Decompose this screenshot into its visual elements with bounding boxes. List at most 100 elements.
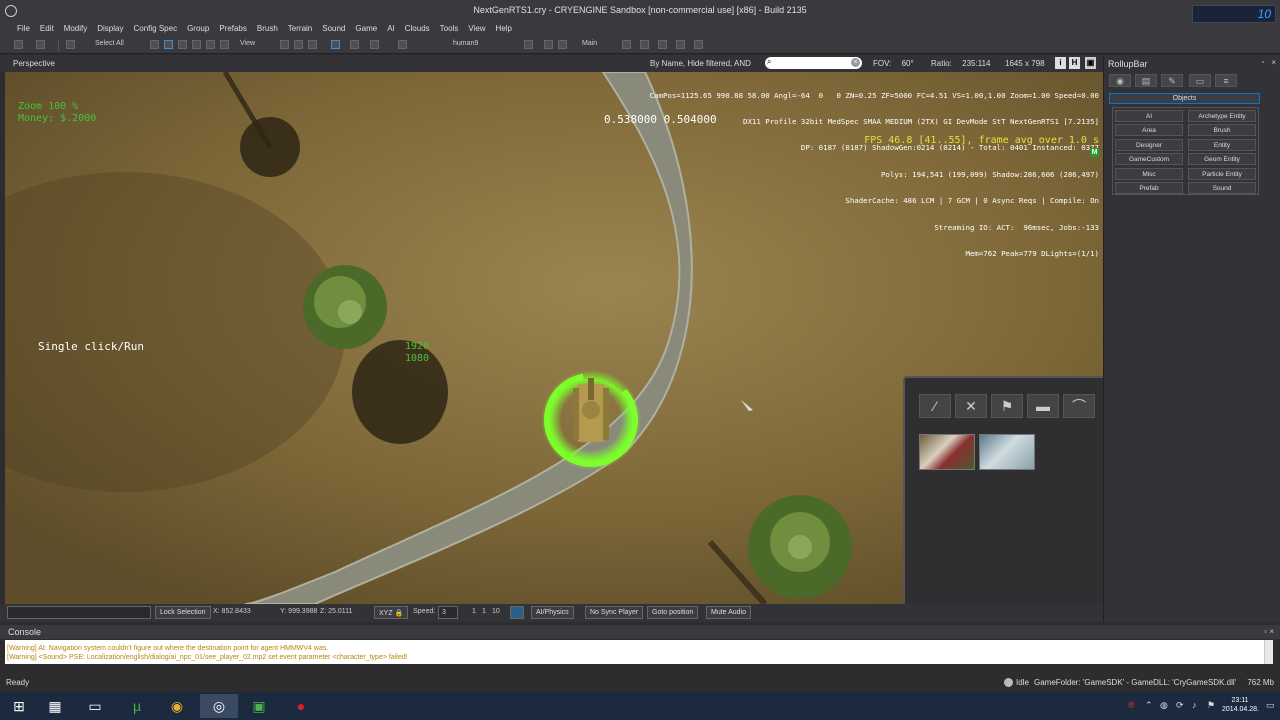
object-type-brush-button[interactable]: Brush [1188,124,1256,136]
perspective-viewport[interactable]: Zoom 100 % Money: $.2000 0.538000 0.5040… [5,72,1103,604]
move-icon[interactable] [164,40,173,49]
helpers-button[interactable]: H [1069,57,1080,69]
build-tool-tools-icon[interactable]: ✕ [955,394,987,418]
no-sync-player-button[interactable]: No Sync Player [585,606,644,619]
xyz-toggle-button[interactable]: XYZ 🔒 [374,606,409,619]
axis-y-icon[interactable] [294,40,303,49]
menu-sound[interactable]: Sound [317,22,350,36]
object-type-gamecustom-button[interactable]: GameCustom [1115,153,1183,165]
object-type-sound-button[interactable]: Sound [1188,182,1256,194]
scale-icon[interactable] [192,40,201,49]
menu-ai[interactable]: AI [382,22,400,36]
speed-option[interactable]: 1 [482,608,486,615]
grid-icon[interactable] [331,40,340,49]
main-dropdown[interactable]: Main [582,40,597,47]
pin-icon[interactable]: ▫ [1262,59,1264,66]
menu-game[interactable]: Game [350,22,382,36]
search-filter-label[interactable]: By Name, Hide filtered, AND [650,59,751,68]
build-tool-vehicle-icon[interactable]: ⌒ [1063,394,1095,418]
tab-terrain-icon[interactable]: ▤ [1135,74,1157,87]
menu-config-spec[interactable]: Config Spec [128,22,182,36]
select-icon[interactable] [150,40,159,49]
maximize-viewport-icon[interactable]: ▣ [1085,57,1096,69]
tray-up-icon[interactable]: ⌃ [1145,700,1153,711]
object-type-area-button[interactable]: Area [1115,124,1183,136]
tray-network-icon[interactable]: ◍ [1160,700,1168,711]
notifications-icon[interactable]: ▭ [1266,700,1275,711]
console-output[interactable]: [Warning] AI: Navigation system couldn't… [5,640,1273,664]
camera-icon[interactable] [658,40,667,49]
unit-thumbnail-building[interactable] [919,434,975,470]
link-icon[interactable] [66,40,75,49]
ratio-readout[interactable]: Ratio: 235:114 [931,59,990,68]
object-search-input[interactable]: ⌕ × [765,57,862,69]
tray-sync-icon[interactable]: ⟳ [1176,700,1184,711]
tab-layers-icon[interactable]: ≡ [1215,74,1237,87]
editor-taskbar-icon[interactable]: ▣ [240,694,278,718]
menu-help[interactable]: Help [491,22,517,36]
clear-search-icon[interactable]: × [851,58,860,67]
performance-widget[interactable]: 10 [1192,5,1276,23]
save-icon[interactable] [558,40,567,49]
ai-physics-button[interactable]: AI/Physics [531,606,574,619]
axis-x-icon[interactable] [280,40,289,49]
speed-option[interactable]: 10 [492,608,500,615]
rotate-icon[interactable] [178,40,187,49]
menu-prefabs[interactable]: Prefabs [214,22,252,36]
menu-clouds[interactable]: Clouds [400,22,435,36]
console-close-icon[interactable]: ▫ × [1264,627,1274,636]
cryengine-taskbar-icon[interactable]: ◎ [200,694,238,718]
store-icon[interactable]: ▦ [36,694,74,718]
info-button[interactable]: i [1055,57,1066,69]
menu-display[interactable]: Display [92,22,128,36]
menu-tools[interactable]: Tools [435,22,464,36]
snap-icon[interactable] [206,40,215,49]
physics-icon[interactable] [622,40,631,49]
tab-objects-icon[interactable]: ◉ [1109,74,1131,87]
object-type-entity-button[interactable]: Entity [1188,139,1256,151]
network-icon[interactable] [510,606,524,619]
object-type-particle-entity-button[interactable]: Particle Entity [1188,168,1256,180]
settings-icon[interactable] [694,40,703,49]
object-type-archetype-entity-button[interactable]: Archetype Entity [1188,110,1256,122]
fov-readout[interactable]: FOV: 60° [873,59,914,68]
terrain-snap-icon[interactable] [220,40,229,49]
close-icon[interactable]: × [1271,58,1276,67]
menu-brush[interactable]: Brush [252,22,283,36]
ruler-icon[interactable] [370,40,379,49]
layer-icon[interactable] [398,40,407,49]
x-coordinate[interactable]: X: 852.8433 [213,608,251,615]
menu-group[interactable]: Group [182,22,214,36]
brush-icon[interactable] [524,40,533,49]
menu-modify[interactable]: Modify [59,22,93,36]
y-coordinate[interactable]: Y: 999.3988 [280,608,317,615]
build-tool-tank-icon[interactable]: ▬ [1027,394,1059,418]
windows-start-icon[interactable]: ⊞ [0,694,38,718]
redo-icon[interactable] [36,40,45,49]
object-type-designer-button[interactable]: Designer [1115,139,1183,151]
undo-icon[interactable] [14,40,23,49]
object-type-misc-button[interactable]: Misc [1115,168,1183,180]
speed-input[interactable]: 3 [438,606,458,619]
select-all-dropdown[interactable]: Select All [95,40,124,47]
folder-icon[interactable] [544,40,553,49]
mute-audio-button[interactable]: Mute Audio [706,606,752,619]
angle-snap-icon[interactable] [350,40,359,49]
tray-r-icon[interactable]: ® [1128,700,1135,710]
viewport-label[interactable]: Perspective [13,59,55,68]
clock[interactable]: 23:11 2014.04.28. [1222,696,1259,714]
object-type-geom-entity-button[interactable]: Geom Entity [1188,153,1256,165]
tab-modify-icon[interactable]: ✎ [1161,74,1183,87]
menu-terrain[interactable]: Terrain [283,22,317,36]
axis-z-icon[interactable] [308,40,317,49]
file-explorer-icon[interactable]: ▭ [76,694,114,718]
goto-position-button[interactable]: Goto position [647,606,699,619]
tray-flag-icon[interactable]: ⚑ [1207,700,1215,711]
menu-view[interactable]: View [463,22,490,36]
tab-display-icon[interactable]: ▭ [1189,74,1211,87]
chrome-icon[interactable]: ◉ [158,694,196,718]
z-coordinate[interactable]: Z: 25.0111 [320,608,352,615]
tray-volume-icon[interactable]: ♪ [1192,700,1197,710]
build-tool-soldier-icon[interactable]: ⚑ [991,394,1023,418]
object-type-ai-button[interactable]: AI [1115,110,1183,122]
